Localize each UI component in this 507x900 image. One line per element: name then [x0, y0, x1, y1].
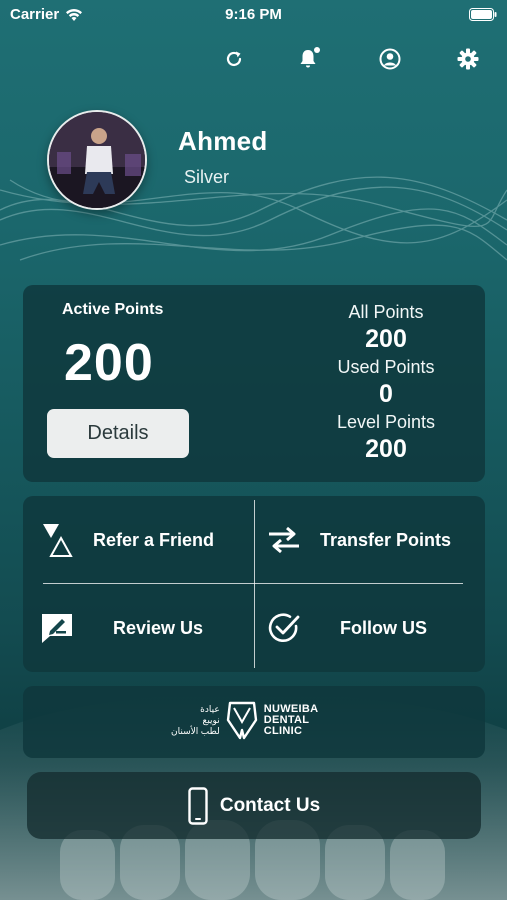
refresh-icon[interactable] — [221, 46, 247, 72]
avatar[interactable] — [47, 110, 147, 210]
divider-horizontal — [43, 583, 463, 584]
all-points-label: All Points — [348, 302, 424, 322]
profile-name: Ahmed — [178, 126, 268, 156]
logo-arabic-text: عيادة نويبع لطب الأسنان — [171, 703, 220, 736]
status-right — [469, 8, 497, 25]
details-button[interactable]: Details — [47, 409, 189, 458]
points-card: Active Points 200 Details All Points 200… — [23, 285, 485, 482]
avatar-photo — [49, 112, 145, 208]
transfer-points-label: Transfer Points — [320, 529, 452, 550]
follow-us-button[interactable]: Follow US — [266, 610, 427, 646]
divider-vertical — [254, 500, 255, 668]
all-points-value: 200 — [365, 325, 407, 353]
contact-us-label: Contact Us — [219, 794, 321, 816]
profile-level: Silver — [184, 167, 230, 187]
transfer-points-button[interactable]: Transfer Points — [266, 522, 451, 558]
status-bar: Carrier 9:16 PM — [0, 0, 507, 30]
review-us-button[interactable]: Review Us — [39, 610, 203, 646]
check-circle-icon — [266, 610, 302, 646]
contact-us-button[interactable]: Contact Us — [27, 772, 481, 839]
active-points-value: 200 — [64, 334, 154, 392]
gear-icon[interactable] — [455, 46, 481, 72]
points-stats: All Points 200 Used Points 0 Level Point… — [321, 301, 451, 466]
phone-icon — [188, 786, 208, 825]
refer-friend-icon — [39, 522, 75, 558]
used-points-value: 0 — [379, 380, 393, 408]
level-points-value: 200 — [365, 435, 407, 463]
clinic-logo-card: عيادة نويبع لطب الأسنان NUWEIBA DENTAL C… — [23, 686, 485, 758]
transfer-icon — [266, 522, 302, 558]
actions-card: Refer a Friend Transfer Points Review Us — [23, 496, 485, 672]
follow-us-label: Follow US — [340, 617, 427, 638]
clinic-logo: عيادة نويبع لطب الأسنان NUWEIBA DENTAL C… — [171, 700, 318, 740]
active-points-label: Active Points — [62, 301, 164, 318]
profile-icon[interactable] — [377, 46, 403, 72]
review-us-label: Review Us — [113, 617, 204, 638]
bell-icon[interactable] — [295, 46, 321, 72]
used-points-label: Used Points — [337, 357, 435, 377]
logo-english-text: NUWEIBA DENTAL CLINIC — [263, 702, 319, 737]
status-time: 9:16 PM — [225, 6, 282, 23]
battery-icon — [469, 8, 497, 21]
refer-friend-button[interactable]: Refer a Friend — [39, 522, 214, 558]
tooth-logo-icon — [226, 701, 257, 740]
level-points-label: Level Points — [336, 412, 436, 432]
refer-friend-label: Refer a Friend — [93, 529, 215, 550]
review-icon — [39, 610, 75, 646]
top-toolbar — [0, 46, 507, 74]
background-teeth-image — [0, 692, 507, 900]
